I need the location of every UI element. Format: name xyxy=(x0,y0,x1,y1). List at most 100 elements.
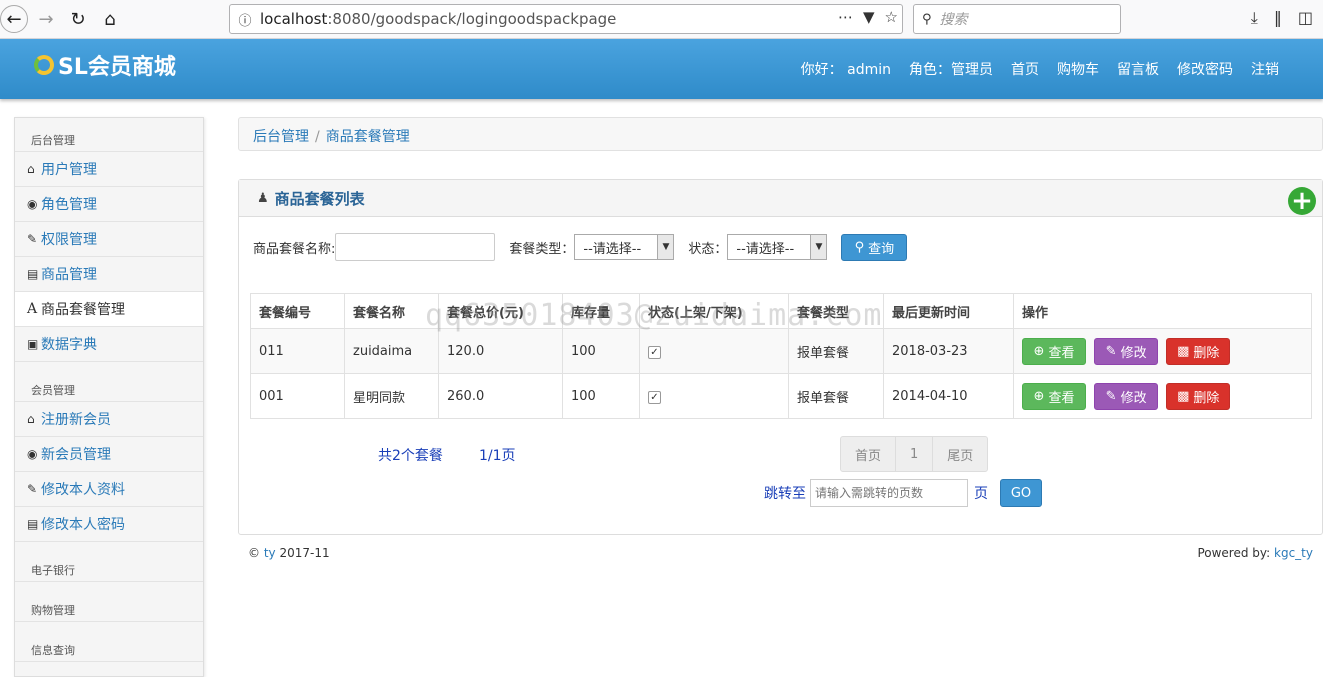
greeting: 你好： admin xyxy=(800,62,891,78)
sidebar-item-users[interactable]: ⌂ 用户管理 xyxy=(15,152,203,187)
home-icon[interactable]: ⌂ xyxy=(96,5,124,33)
search-placeholder: 搜索 xyxy=(939,12,968,28)
status-label: 状态： xyxy=(688,241,728,257)
sidebar-item-new-members[interactable]: ◉ 新会员管理 xyxy=(15,437,203,472)
status-checkbox[interactable]: ✓ xyxy=(648,390,661,404)
total-count: 共2个套餐 xyxy=(378,448,443,464)
breadcrumb-current: 商品套餐管理 xyxy=(325,129,410,145)
delete-button[interactable]: ▩ 删除 xyxy=(1166,337,1231,365)
sidebar-item-roles[interactable]: ◉ 角色管理 xyxy=(15,187,203,222)
first-page-button[interactable]: 首页 xyxy=(841,437,897,471)
sidebar-toggle-icon[interactable]: ◫ xyxy=(1298,8,1313,28)
col-updated: 最后更新时间 xyxy=(883,293,1014,329)
picture-icon: ▣ xyxy=(27,337,39,351)
app-header: SL会员商城 你好： admin 角色：管理员 首页 购物车 留言板 修改密码 … xyxy=(0,39,1323,99)
view-button[interactable]: ⊕ 查看 xyxy=(1022,382,1086,410)
dropdown-arrow-icon: ▼ xyxy=(810,235,827,259)
table-header-row: 套餐编号 套餐名称 套餐总价(元) 库存量 状态(上架/下架) 套餐类型 最后更… xyxy=(250,293,1312,329)
delete-button[interactable]: ▩ 删除 xyxy=(1166,382,1231,410)
edit-icon: ✎ xyxy=(1105,343,1117,359)
bookmark-star-icon[interactable]: ☆ xyxy=(885,8,898,26)
sidebar-item-register[interactable]: ⌂ 注册新会员 xyxy=(15,402,203,437)
goods-pack-panel: ♟ 商品套餐列表 + 商品套餐名称: 套餐类型： --请选择-- ▼ 状态： -… xyxy=(238,179,1323,535)
add-pack-button[interactable]: + xyxy=(1288,187,1316,215)
eye-icon: ◉ xyxy=(27,197,38,211)
sidebar-item-permissions[interactable]: ✎ 权限管理 xyxy=(15,222,203,257)
dropdown-arrow-icon: ▼ xyxy=(657,235,674,259)
col-stock: 库存量 xyxy=(562,293,640,329)
edit-button[interactable]: ✎ 修改 xyxy=(1094,382,1159,410)
breadcrumb: 后台管理 / 商品套餐管理 xyxy=(238,117,1323,151)
footer-powered-link[interactable]: kgc_ty xyxy=(1274,546,1313,560)
sidebar-item-goods-pack[interactable]: A 商品套餐管理 xyxy=(15,292,203,327)
nav-message-board[interactable]: 留言板 xyxy=(1117,59,1159,79)
sidebar-section-shopping[interactable]: 购物管理 xyxy=(15,582,203,622)
library-icon[interactable]: ‖ xyxy=(1274,8,1282,28)
go-button[interactable]: GO xyxy=(1000,479,1042,507)
zoom-icon: ⊕ xyxy=(1033,388,1045,404)
sidebar-item-edit-profile[interactable]: ✎ 修改本人资料 xyxy=(15,472,203,507)
edit-icon: ✎ xyxy=(1105,388,1117,404)
site-info-icon[interactable]: ⓘ xyxy=(230,10,260,29)
col-type: 套餐类型 xyxy=(788,293,884,329)
download-icon[interactable]: ⤓ xyxy=(1251,8,1258,28)
zoom-icon: ⊕ xyxy=(1033,343,1045,359)
view-button[interactable]: ⊕ 查看 xyxy=(1022,337,1086,365)
page-1-button[interactable]: 1 xyxy=(896,437,934,471)
footer-author-link[interactable]: ty xyxy=(264,546,276,560)
panel-header: ♟ 商品套餐列表 xyxy=(239,180,1322,217)
nav-home[interactable]: 首页 xyxy=(1011,59,1039,79)
col-id: 套餐编号 xyxy=(250,293,345,329)
table-row: 001 星明同款 260.0 100 ✓ 报单套餐 2014-04-10 ⊕ 查看… xyxy=(250,373,1312,419)
breadcrumb-root[interactable]: 后台管理 xyxy=(253,129,309,145)
sidebar: 后台管理 ⌂ 用户管理 ◉ 角色管理 ✎ 权限管理 ▤ 商品管理 A 商品套餐管理 ▣ 数据… xyxy=(14,117,204,677)
last-page-button[interactable]: 尾页 xyxy=(933,437,987,471)
reload-icon[interactable]: ↻ xyxy=(64,5,92,33)
role-label: 角色：管理员 xyxy=(909,62,993,78)
sidebar-section-info[interactable]: 信息查询 xyxy=(15,622,203,662)
font-icon: A xyxy=(27,301,38,317)
footer-powered: Powered by: kgc_ty xyxy=(1197,546,1313,560)
nav-cart[interactable]: 购物车 xyxy=(1057,59,1099,79)
pocket-icon[interactable]: ▼ xyxy=(863,8,875,26)
sidebar-section-members: 会员管理 xyxy=(15,362,203,402)
pack-type-select[interactable]: --请选择-- ▼ xyxy=(574,234,675,260)
back-icon[interactable]: ← xyxy=(0,5,28,33)
status-checkbox[interactable]: ✓ xyxy=(648,345,661,359)
forward-icon[interactable]: → xyxy=(32,5,60,33)
panel-title: 商品套餐列表 xyxy=(274,189,365,208)
pack-table: 套餐编号 套餐名称 套餐总价(元) 库存量 状态(上架/下架) 套餐类型 最后更… xyxy=(250,293,1312,419)
edit-icon: ✎ xyxy=(27,482,38,496)
query-button[interactable]: ⚲ 查询 xyxy=(841,233,908,261)
eye-icon: ◉ xyxy=(27,447,38,461)
jump-page-input[interactable] xyxy=(810,479,968,507)
pagination: 首页 1 尾页 xyxy=(840,436,989,472)
trash-icon: ▩ xyxy=(1177,343,1190,359)
sidebar-item-dictionary[interactable]: ▣ 数据字典 xyxy=(15,327,203,362)
col-actions: 操作 xyxy=(1013,293,1312,329)
sidebar-item-edit-password[interactable]: ▤ 修改本人密码 xyxy=(15,507,203,542)
page-indicator: 1/1页 xyxy=(479,448,516,464)
table-row: 011 zuidaima 120.0 100 ✓ 报单套餐 2018-03-23… xyxy=(250,328,1312,374)
footer-copyright: © ty 2017-11 xyxy=(248,546,330,560)
more-actions-icon[interactable]: ⋯ xyxy=(838,8,853,26)
search-icon: ⚲ xyxy=(854,239,865,255)
col-name: 套餐名称 xyxy=(344,293,439,329)
logo-mark-icon xyxy=(34,55,54,75)
edit-button[interactable]: ✎ 修改 xyxy=(1094,337,1159,365)
logo[interactable]: SL会员商城 xyxy=(34,49,176,81)
filter-bar: 商品套餐名称: 套餐类型： --请选择-- ▼ 状态： --请选择-- ▼ ⚲ … xyxy=(253,232,1322,262)
browser-toolbar: ← → ↻ ⌂ ⓘ localhost:8080/goodspack/login… xyxy=(0,0,1323,39)
nav-change-password[interactable]: 修改密码 xyxy=(1177,59,1233,79)
trash-icon: ▩ xyxy=(1177,388,1190,404)
status-select[interactable]: --请选择-- ▼ xyxy=(727,234,828,260)
url-bar[interactable]: ⓘ localhost:8080/goodspack/logingoodspac… xyxy=(229,4,903,34)
search-input[interactable]: ⚲ 搜索 xyxy=(913,4,1121,34)
home-icon: ⌂ xyxy=(27,412,35,426)
sidebar-section-ebank[interactable]: 电子银行 xyxy=(15,542,203,582)
sidebar-item-goods[interactable]: ▤ 商品管理 xyxy=(15,257,203,292)
nav-logout[interactable]: 注销 xyxy=(1251,59,1279,79)
col-price: 套餐总价(元) xyxy=(438,293,563,329)
top-nav: 你好： admin 角色：管理员 首页 购物车 留言板 修改密码 注销 xyxy=(801,59,1279,79)
pack-name-input[interactable] xyxy=(335,233,496,261)
